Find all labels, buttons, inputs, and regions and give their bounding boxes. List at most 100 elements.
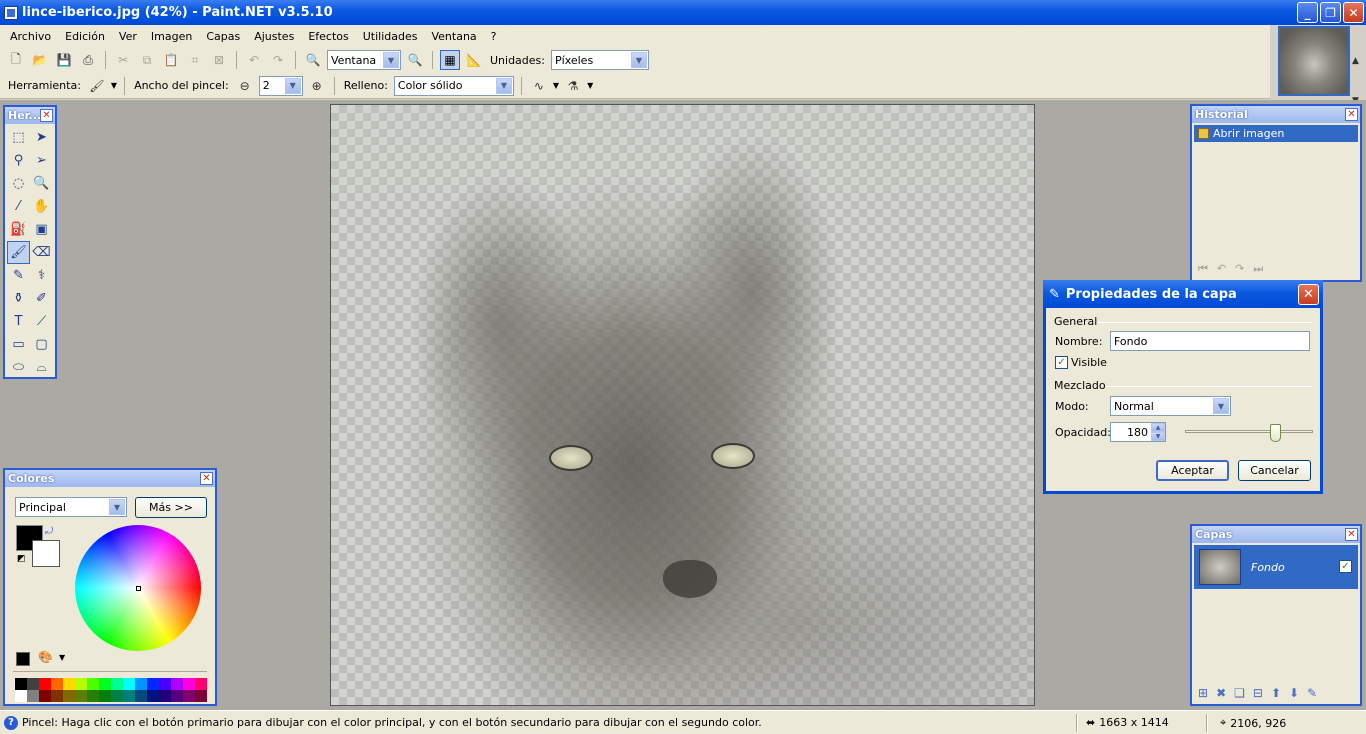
paste-icon[interactable]: 📋 [161, 50, 181, 70]
visible-checkbox[interactable]: ✓ [1055, 356, 1068, 369]
redo-icon[interactable]: ↷ [268, 50, 288, 70]
more-colors-button[interactable]: Más >> [135, 497, 207, 518]
palette-menu-icon[interactable]: 🎨 [38, 650, 53, 664]
deselect-icon[interactable]: ⊠ [209, 50, 229, 70]
image-canvas[interactable] [330, 104, 1035, 706]
reset-colors-icon[interactable]: ◩ [17, 554, 26, 564]
ellipse-icon[interactable]: ⬭ [7, 356, 30, 379]
close-icon[interactable]: ✕ [1298, 284, 1319, 305]
color-mode-select[interactable]: Principal ▼ [15, 497, 127, 517]
lasso-select-icon[interactable]: ⚲ [7, 149, 30, 172]
zoom-select[interactable]: Ventana ▼ [327, 50, 401, 70]
palette-swatch[interactable] [51, 690, 63, 702]
palette-swatch[interactable] [51, 678, 63, 690]
palette-swatch[interactable] [159, 690, 171, 702]
close-icon[interactable]: ✕ [200, 472, 213, 485]
close-button[interactable]: ✕ [1343, 2, 1364, 23]
alpha-blending-icon[interactable]: ⚗ [563, 76, 583, 96]
blend-mode-select[interactable]: Normal ▼ [1110, 396, 1231, 416]
undo-icon[interactable]: ↶ [244, 50, 264, 70]
move-layer-down-icon[interactable]: ⬇ [1289, 686, 1299, 700]
palette-swatch[interactable] [159, 678, 171, 690]
rectangle-icon[interactable]: ▭ [7, 333, 30, 356]
palette-swatch[interactable] [75, 690, 87, 702]
layer-properties-icon[interactable]: ✎ [1307, 686, 1317, 700]
menu-utilidades[interactable]: Utilidades [356, 30, 425, 43]
increase-width-icon[interactable]: ⊕ [307, 76, 327, 96]
minimize-button[interactable]: _ [1297, 2, 1318, 23]
zoom-in-icon[interactable]: 🔍 [405, 50, 425, 70]
menu-efectos[interactable]: Efectos [301, 30, 355, 43]
palette-swatch[interactable] [27, 690, 39, 702]
palette-swatch[interactable] [111, 678, 123, 690]
palette-swatch[interactable] [75, 678, 87, 690]
move-layer-up-icon[interactable]: ⬆ [1271, 686, 1281, 700]
line-curve-icon[interactable]: ⟋ [30, 310, 53, 333]
decrease-width-icon[interactable]: ⊖ [235, 76, 255, 96]
opacity-input[interactable]: 180 ▲ ▼ [1110, 422, 1166, 442]
menu-ajustes[interactable]: Ajustes [247, 30, 301, 43]
chevron-down-icon[interactable]: ▼ [111, 81, 117, 90]
palette-swatch[interactable] [171, 678, 183, 690]
palette-swatch[interactable] [111, 690, 123, 702]
add-layer-icon[interactable]: ⊞ [1198, 686, 1208, 700]
palette-swatch[interactable] [195, 678, 207, 690]
colors-window-titlebar[interactable]: Colores ✕ [5, 470, 215, 487]
accept-button[interactable]: Aceptar [1156, 460, 1229, 481]
palette-swatch[interactable] [39, 690, 51, 702]
pan-icon[interactable]: ✋ [30, 195, 53, 218]
redo-icon[interactable]: ↷ [1235, 262, 1244, 276]
grid-icon[interactable]: ▦ [440, 50, 460, 70]
image-tabs-scroll[interactable]: ▲▼ [1352, 56, 1364, 106]
layers-window-titlebar[interactable]: Capas ✕ [1192, 526, 1360, 543]
freeform-shape-icon[interactable]: ⌓ [30, 356, 53, 379]
palette-swatch[interactable] [183, 690, 195, 702]
menu-capas[interactable]: Capas [199, 30, 247, 43]
duplicate-layer-icon[interactable]: ❏ [1234, 686, 1245, 700]
menu-help[interactable]: ? [484, 30, 504, 43]
palette-swatch[interactable] [147, 690, 159, 702]
palette-swatch[interactable] [27, 678, 39, 690]
magic-wand-icon[interactable]: ⁄ [7, 195, 30, 218]
zoom-icon[interactable]: 🔍 [30, 172, 53, 195]
history-item[interactable]: Abrir imagen [1194, 125, 1358, 142]
image-tab-thumbnail[interactable] [1278, 26, 1350, 96]
new-image-icon[interactable]: 🗋 [6, 50, 26, 70]
delete-layer-icon[interactable]: ✖ [1216, 686, 1226, 700]
menu-ver[interactable]: Ver [112, 30, 144, 43]
paint-bucket-icon[interactable]: ⛽ [7, 218, 30, 241]
layer-visible-checkbox[interactable]: ✓ [1339, 560, 1352, 573]
palette-swatch[interactable] [87, 690, 99, 702]
palette-swatch[interactable] [99, 678, 111, 690]
palette-swatch[interactable] [183, 678, 195, 690]
opacity-slider-thumb[interactable] [1270, 424, 1282, 442]
color-wheel[interactable] [75, 525, 201, 651]
dialog-titlebar[interactable]: ✎ Propiedades de la capa ✕ [1043, 280, 1323, 308]
opacity-spinner[interactable]: ▲ ▼ [1151, 423, 1165, 441]
text-icon[interactable]: T [7, 310, 30, 333]
rectangle-select-icon[interactable]: ⬚ [7, 126, 30, 149]
cancel-button[interactable]: Cancelar [1238, 460, 1311, 481]
recolor-icon[interactable]: ✐ [30, 287, 53, 310]
paintbrush-icon[interactable]: 🖌 [87, 76, 107, 96]
palette-swatch[interactable] [63, 690, 75, 702]
menu-ventana[interactable]: Ventana [424, 30, 483, 43]
chevron-down-icon[interactable]: ▼ [59, 653, 65, 662]
palette-swatch[interactable] [135, 690, 147, 702]
palette-swatch[interactable] [63, 678, 75, 690]
gradient-icon[interactable]: ▣ [30, 218, 53, 241]
rulers-icon[interactable]: 📐 [464, 50, 484, 70]
rounded-rectangle-icon[interactable]: ▢ [30, 333, 53, 356]
rewind-icon[interactable]: ⏮ [1198, 262, 1208, 276]
layer-name-input[interactable]: Fondo [1110, 331, 1310, 351]
fast-forward-icon[interactable]: ⏭ [1253, 262, 1263, 276]
palette-swatch[interactable] [195, 690, 207, 702]
print-icon[interactable]: ⎙ [78, 50, 98, 70]
add-to-palette-icon[interactable] [16, 652, 30, 666]
palette-swatch[interactable] [39, 678, 51, 690]
move-selected-icon[interactable]: ➤ [30, 126, 53, 149]
paintbrush-icon[interactable]: 🖌 [7, 241, 30, 264]
menu-archivo[interactable]: Archivo [3, 30, 58, 43]
antialiasing-icon[interactable]: ∿ [529, 76, 549, 96]
fill-select[interactable]: Color sólido ▼ [393, 75, 514, 96]
